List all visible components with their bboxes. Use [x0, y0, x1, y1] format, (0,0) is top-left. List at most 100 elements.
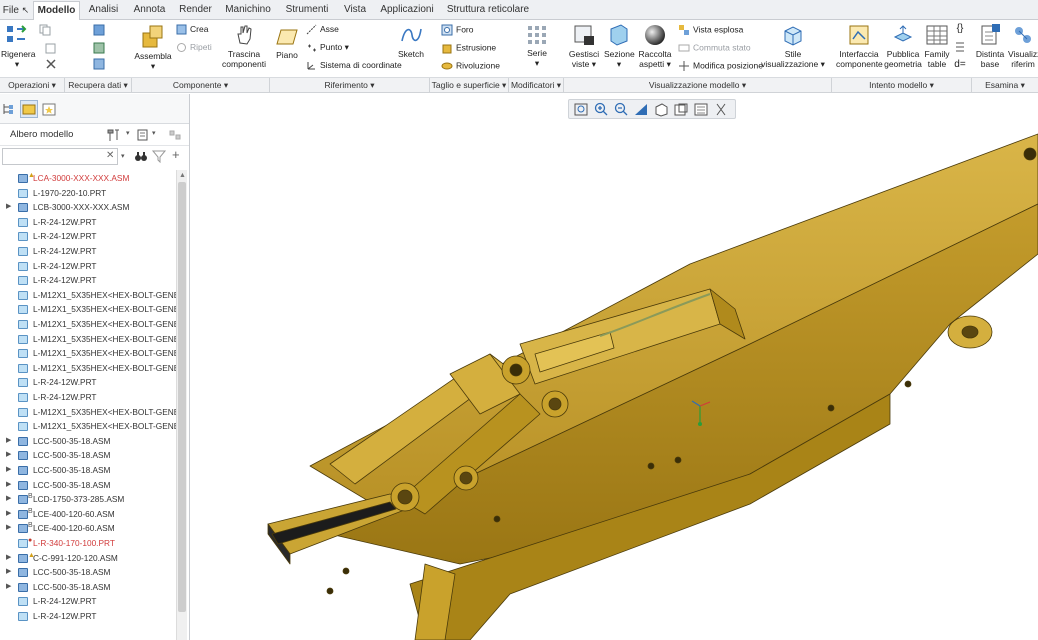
assembla-button[interactable]: Assembla ▾ — [134, 23, 172, 71]
tree-item[interactable]: L-M12X1_5X35HEX<HEX-BOLT-GENERIC — [0, 346, 176, 361]
group-visualizzazione-modello[interactable]: Visualizzazione modello ▾ — [564, 78, 832, 93]
interfaccia-componente-button[interactable]: Interfaccia componente — [836, 23, 883, 69]
tree-item[interactable]: ▶ B LCD-1750-373-285.ASM — [0, 492, 176, 507]
model-3d-view[interactable] — [190, 94, 1038, 640]
d-equals-button[interactable]: d= — [954, 60, 966, 70]
tree-item[interactable]: ▶ ▲ C-C-991-120-120.ASM — [0, 551, 176, 566]
tree-item[interactable]: ▶ LCC-500-35-18.ASM — [0, 478, 176, 493]
filter-icon[interactable] — [151, 149, 167, 165]
spin-center-button[interactable] — [729, 102, 735, 117]
ripeti-button[interactable]: Ripeti — [176, 42, 212, 53]
piano-button[interactable]: Piano — [274, 26, 300, 60]
tree-item[interactable]: L-R-24-12W.PRT — [0, 390, 176, 405]
recupera-button-3[interactable] — [92, 58, 106, 72]
parametri-button[interactable] — [954, 42, 966, 54]
foro-button[interactable]: Foro — [441, 24, 473, 36]
tab-struttura-reticolare[interactable]: Struttura reticolare — [441, 1, 535, 20]
sezione-button[interactable]: Sezione ▾ — [604, 23, 635, 69]
group-modificatori[interactable]: Modificatori ▾ — [509, 78, 564, 93]
tree-item[interactable]: L-R-24-12W.PRT — [0, 215, 176, 230]
tree-item[interactable]: L-R-24-12W.PRT — [0, 273, 176, 288]
tab-modello[interactable]: Modello — [33, 1, 80, 21]
tree-item[interactable]: L-R-24-12W.PRT — [0, 244, 176, 259]
tab-strumenti[interactable]: Strumenti — [278, 1, 336, 20]
family-table-button[interactable]: Family table — [924, 23, 950, 69]
expand-arrow-icon[interactable]: ▶ — [6, 507, 14, 522]
relazioni-button[interactable]: {} — [954, 24, 966, 34]
scroll-up-icon[interactable]: ▲ — [179, 172, 186, 179]
tree-item[interactable]: L-M12X1_5X35HEX<HEX-BOLT-GENERIC — [0, 288, 176, 303]
tree-item[interactable]: L-R-24-12W.PRT — [0, 594, 176, 609]
clear-search-icon[interactable]: ✕ — [106, 150, 114, 161]
tree-item[interactable]: L-M12X1_5X35HEX<HEX-BOLT-GENERIC — [0, 317, 176, 332]
repaint-button[interactable] — [633, 102, 649, 117]
tree-item[interactable]: L-R-24-12W.PRT — [0, 259, 176, 274]
expand-arrow-icon[interactable]: ▶ — [6, 492, 14, 507]
recupera-button-1[interactable] — [92, 24, 106, 38]
tree-item[interactable]: ▶ LCC-500-35-18.ASM — [0, 580, 176, 595]
tree-item[interactable]: L-1970-220-10.PRT — [0, 186, 176, 201]
scroll-thumb[interactable] — [178, 182, 186, 612]
group-riferimento[interactable]: Riferimento ▾ — [270, 78, 430, 93]
tree-item[interactable]: L-R-24-12W.PRT — [0, 229, 176, 244]
tree-scrollbar[interactable]: ▲ — [176, 170, 187, 640]
tree-item[interactable]: ▶ B LCE-400-120-60.ASM — [0, 521, 176, 536]
chevron-down-icon[interactable]: ▾ — [152, 129, 156, 137]
recupera-button-2[interactable] — [92, 42, 106, 56]
tree-item[interactable]: L-M12X1_5X35HEX<HEX-BOLT-GENERIC — [0, 419, 176, 434]
modifica-posizione-button[interactable]: Modifica posizione — [678, 60, 763, 72]
delete-button[interactable] — [38, 58, 64, 72]
tree-item[interactable]: L-M12X1_5X35HEX<HEX-BOLT-GENERIC — [0, 405, 176, 420]
tree-item[interactable]: L-M12X1_5X35HEX<HEX-BOLT-GENERIC — [0, 332, 176, 347]
tab-render[interactable]: Render — [173, 1, 218, 20]
tree-item[interactable]: ▶ LCC-500-35-18.ASM — [0, 448, 176, 463]
folder-browser-tab[interactable] — [20, 100, 38, 118]
serie-button[interactable]: Serie ▾ — [522, 24, 552, 68]
tree-item[interactable]: L-R-24-12W.PRT — [0, 609, 176, 624]
tab-vista[interactable]: Vista — [337, 1, 373, 20]
expand-arrow-icon[interactable]: ▶ — [6, 580, 14, 595]
estrusione-button[interactable]: Estrusione — [441, 42, 496, 54]
saved-orientations-button[interactable] — [673, 102, 689, 117]
expand-arrow-icon[interactable]: ▶ — [6, 434, 14, 449]
expand-arrow-icon[interactable]: ▶ — [6, 448, 14, 463]
copy-button[interactable] — [38, 24, 52, 38]
group-esamina[interactable]: Esamina ▾ — [972, 78, 1038, 93]
group-intento-modello[interactable]: Intento modello ▾ — [832, 78, 972, 93]
rigenera-button[interactable]: Rigenera ▾ — [1, 23, 36, 69]
gestisci-viste-button[interactable]: Gestisci viste ▾ — [568, 23, 600, 69]
tree-item[interactable]: ▶ LCC-500-35-18.ASM — [0, 565, 176, 580]
asse-button[interactable]: Asse — [306, 24, 339, 35]
tree-item[interactable]: ▶ LCB-3000-XXX-XXX.ASM — [0, 200, 176, 215]
zoom-in-button[interactable] — [593, 102, 609, 117]
group-componente[interactable]: Componente ▾ — [132, 78, 270, 93]
tree-options-icon[interactable] — [168, 128, 182, 144]
tree-item[interactable]: ▲ LCA-3000-XXX-XXX.ASM — [0, 171, 176, 186]
tree-item[interactable]: L-R-24-12W.PRT — [0, 375, 176, 390]
tab-file[interactable]: File ↖ — [0, 1, 32, 20]
tree-item[interactable]: ▶ LCC-500-35-18.ASM — [0, 463, 176, 478]
tab-annota[interactable]: Annota — [127, 1, 172, 20]
tab-applicazioni[interactable]: Applicazioni — [374, 1, 440, 20]
group-recupera-dati[interactable]: Recupera dati ▾ — [65, 78, 132, 93]
crea-button[interactable]: Crea — [176, 24, 208, 35]
group-operazioni[interactable]: Operazioni ▾ — [0, 78, 65, 93]
expand-arrow-icon[interactable]: ▶ — [6, 565, 14, 580]
chevron-down-icon[interactable]: ▾ — [126, 129, 130, 137]
tree-item[interactable]: ▶ LCC-500-35-18.ASM — [0, 434, 176, 449]
tab-analisi[interactable]: Analisi — [81, 1, 126, 20]
expand-arrow-icon[interactable]: ▶ — [6, 521, 14, 536]
refit-button[interactable] — [573, 102, 589, 117]
commuta-stato-button[interactable]: Commuta stato — [678, 42, 751, 54]
view-manager-button[interactable] — [693, 102, 709, 117]
show-icon[interactable] — [136, 128, 150, 144]
graphics-viewport[interactable] — [190, 94, 1038, 640]
datum-display-button[interactable] — [713, 102, 729, 117]
favorites-tab[interactable] — [40, 100, 58, 118]
stile-visualizzazione-button[interactable]: Stile visualizzazione ▾ — [760, 23, 826, 69]
tree-item[interactable]: ● L-R-340-170-100.PRT — [0, 536, 176, 551]
sketch-button[interactable]: Sketch — [396, 23, 426, 59]
vista-esplosa-button[interactable]: Vista esplosa — [678, 24, 743, 36]
tree-settings-icon[interactable] — [106, 128, 122, 144]
expand-arrow-icon[interactable]: ▶ — [6, 463, 14, 478]
